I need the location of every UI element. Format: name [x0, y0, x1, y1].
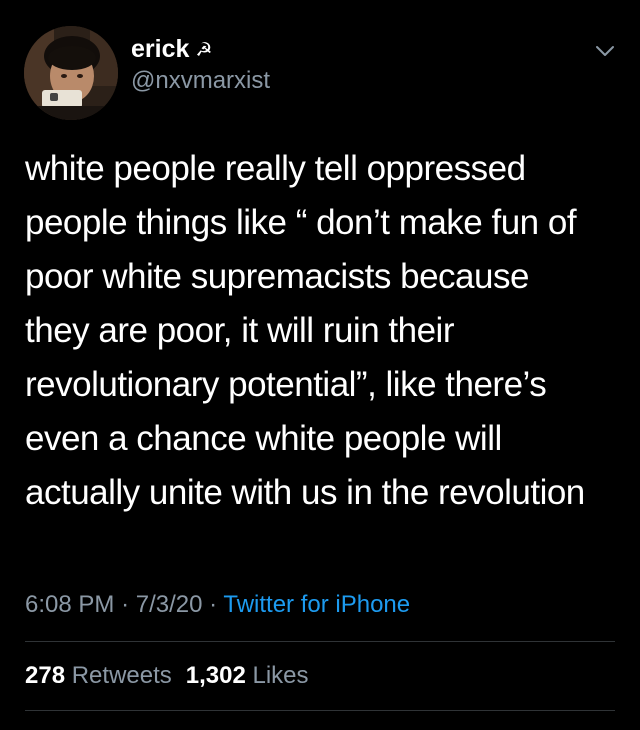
more-options-button[interactable] [590, 36, 620, 66]
likes-stat[interactable]: 1,302 Likes [186, 662, 309, 689]
tweet-source-link[interactable]: Twitter for iPhone [223, 591, 410, 618]
retweets-count: 278 [25, 662, 66, 689]
hammer-and-sickle-icon: ☭ [195, 39, 213, 61]
display-name[interactable]: erick ☭ [131, 34, 212, 65]
retweets-label: Retweets [71, 662, 172, 689]
avatar[interactable] [24, 26, 118, 120]
retweets-stat[interactable]: 278 Retweets [25, 662, 172, 689]
display-name-text: erick [131, 35, 190, 63]
tweet-card: erick ☭ @nxvmarxist white people really t… [0, 0, 640, 730]
chevron-down-icon [596, 46, 614, 56]
engagement-stats: 278 Retweets 1,302 Likes [25, 661, 309, 691]
profile-photo-icon [24, 26, 118, 120]
divider [25, 710, 615, 711]
meta-separator: · [121, 591, 130, 618]
user-handle[interactable]: @nxvmarxist [131, 66, 270, 96]
meta-separator: · [209, 591, 218, 618]
likes-label: Likes [252, 662, 309, 689]
tweet-text: white people really tell oppressed peopl… [25, 149, 585, 512]
tweet-time[interactable]: 6:08 PM [25, 591, 114, 618]
tweet-metadata: 6:08 PM · 7/3/20 · Twitter for iPhone [25, 590, 410, 620]
divider [25, 641, 615, 642]
likes-count: 1,302 [185, 662, 246, 689]
tweet-date[interactable]: 7/3/20 [136, 591, 203, 618]
